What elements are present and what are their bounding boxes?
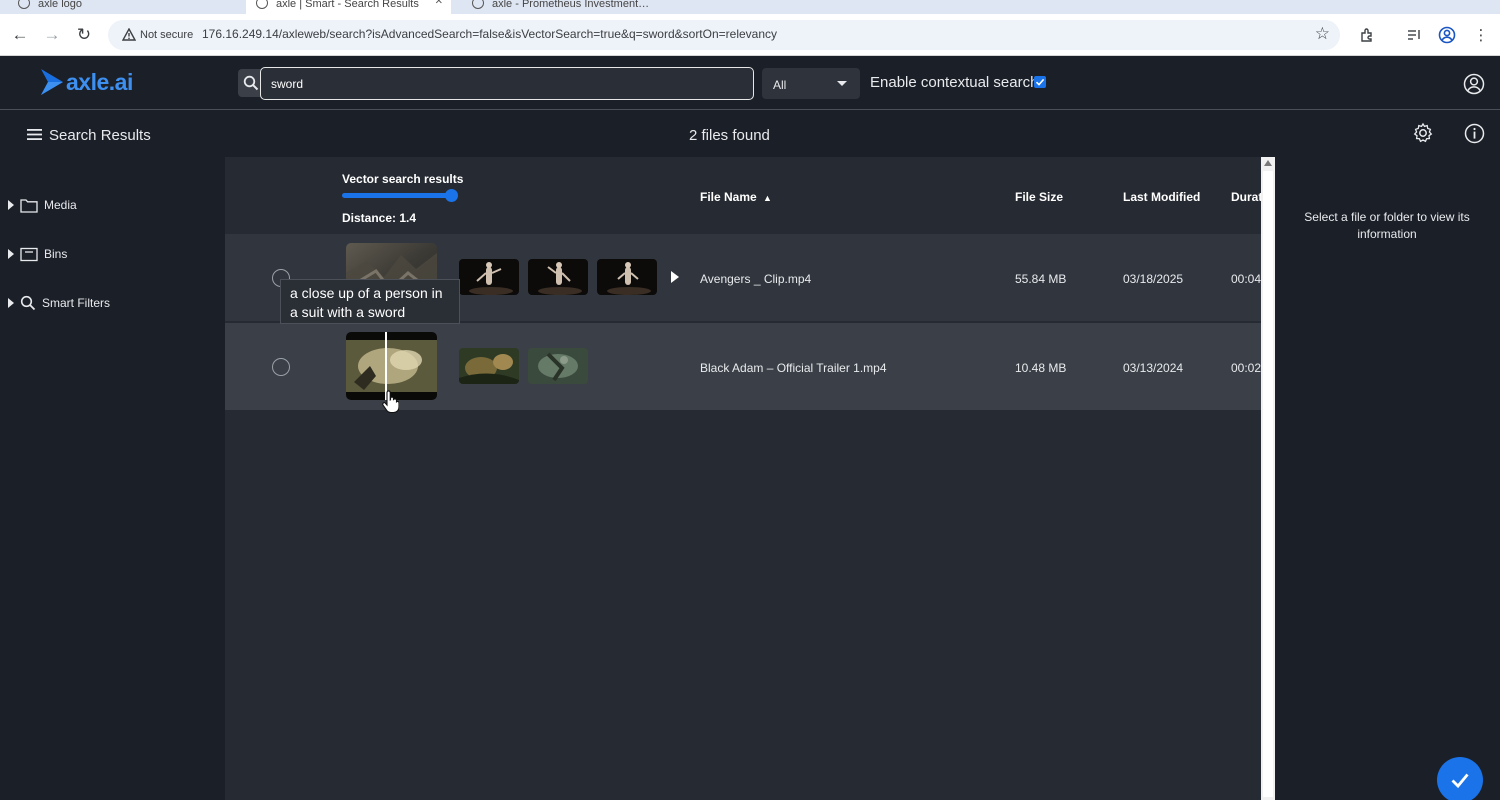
hand-cursor-icon xyxy=(382,390,399,414)
media-controls-icon[interactable] xyxy=(1405,26,1423,44)
logo-text: axle.ai xyxy=(66,68,133,95)
scroll-up-icon[interactable] xyxy=(1264,160,1272,166)
info-panel: Select a file or folder to view its info… xyxy=(1275,157,1500,800)
file-size: 10.48 MB xyxy=(1015,361,1067,375)
sidebar: Media Bins Smart Filters xyxy=(0,157,225,800)
file-size: 55.84 MB xyxy=(1015,272,1067,286)
gear-icon[interactable] xyxy=(1412,122,1434,144)
last-modified: 03/18/2025 xyxy=(1123,272,1184,286)
vertical-scrollbar[interactable] xyxy=(1261,157,1275,800)
expand-arrow-icon[interactable] xyxy=(8,249,14,259)
clip-thumbnail[interactable] xyxy=(528,348,588,384)
clip-thumbnail[interactable] xyxy=(528,259,588,295)
column-header-duration[interactable]: Durat xyxy=(1231,190,1261,204)
browser-tab-active[interactable]: axle | Smart - Search Results ✕ xyxy=(246,0,451,14)
checkmark-icon xyxy=(1451,773,1469,789)
files-found-count: 2 files found xyxy=(689,127,770,144)
security-chip[interactable]: Not secure xyxy=(114,24,201,46)
browser-menu-icon[interactable]: ⋮ xyxy=(1472,26,1490,44)
search-scope-select[interactable]: All xyxy=(762,68,860,99)
page-title: Search Results xyxy=(49,127,151,144)
profile-icon[interactable] xyxy=(1438,26,1456,44)
app-logo[interactable]: axle.ai xyxy=(40,68,133,96)
confirm-fab-button[interactable] xyxy=(1437,757,1483,800)
chevron-down-icon xyxy=(837,81,847,86)
thumbnail-caption-tooltip: a close up of a person in a suit with a … xyxy=(280,279,460,324)
bin-icon xyxy=(20,247,38,261)
scrollbar-thumb[interactable] xyxy=(1263,171,1273,797)
browser-toolbar: ← → ↻ Not secure 176.16.249.14/axleweb/s… xyxy=(0,14,1500,56)
column-header-last-modified[interactable]: Last Modified xyxy=(1123,190,1200,204)
sidebar-item-smart-filters[interactable]: Smart Filters xyxy=(8,293,110,313)
more-clips-arrow-icon[interactable] xyxy=(671,271,679,283)
search-icon xyxy=(20,295,36,311)
hamburger-menu-icon[interactable] xyxy=(27,129,42,140)
info-icon[interactable] xyxy=(1464,123,1485,144)
results-list: Vector search results Distance: 1.4 File… xyxy=(225,157,1261,800)
warning-icon xyxy=(122,28,136,41)
app-header: axle.ai All Enable contextual search xyxy=(0,56,1500,110)
last-modified: 03/13/2024 xyxy=(1123,361,1184,375)
axle-logo-icon xyxy=(41,69,63,95)
info-panel-message: Select a file or folder to view its info… xyxy=(1304,210,1470,241)
bookmark-star-icon[interactable]: ☆ xyxy=(1315,24,1330,44)
contextual-search-checkbox[interactable] xyxy=(1034,76,1046,88)
clip-thumbnail[interactable] xyxy=(597,259,657,295)
duration: 00:02 xyxy=(1231,361,1261,375)
expand-arrow-icon[interactable] xyxy=(8,298,14,308)
checkmark-icon xyxy=(1035,78,1045,86)
folder-icon xyxy=(20,198,38,213)
distance-slider-thumb[interactable] xyxy=(445,189,458,202)
expand-arrow-icon[interactable] xyxy=(8,200,14,210)
column-header-file-name[interactable]: File Name ▲ xyxy=(700,190,772,204)
tab-favicon-icon xyxy=(472,0,484,9)
distance-label: Distance: 1.4 xyxy=(342,211,417,225)
file-name[interactable]: Black Adam – Official Trailer 1.mp4 xyxy=(700,361,887,375)
duration: 00:04 xyxy=(1231,272,1261,286)
clip-thumbnail[interactable] xyxy=(459,348,519,384)
tab-close-icon[interactable]: ✕ xyxy=(435,0,443,7)
back-icon[interactable]: ← xyxy=(8,23,32,47)
vector-search-label: Vector search results xyxy=(342,172,464,186)
forward-icon[interactable]: → xyxy=(40,23,64,47)
results-toolbar: Search Results 2 files found xyxy=(0,111,1500,157)
tab-favicon-icon xyxy=(18,0,30,9)
reload-icon[interactable]: ↻ xyxy=(72,23,96,47)
browser-tab[interactable]: axle logo xyxy=(8,0,238,14)
browser-tab[interactable]: axle - Prometheus Investment… xyxy=(462,0,672,14)
contextual-search-label: Enable contextual search xyxy=(870,74,1039,91)
url-text[interactable]: 176.16.249.14/axleweb/search?isAdvancedS… xyxy=(202,27,777,41)
column-header-file-size[interactable]: File Size xyxy=(1015,190,1063,204)
distance-slider-track[interactable] xyxy=(342,193,454,198)
file-name[interactable]: Avengers _ Clip.mp4 xyxy=(700,272,811,286)
clip-thumbnail[interactable] xyxy=(459,259,519,295)
address-bar[interactable]: Not secure 176.16.249.14/axleweb/search?… xyxy=(108,20,1340,50)
extensions-icon[interactable] xyxy=(1358,26,1376,44)
browser-tab-strip: axle logo axle | Smart - Search Results … xyxy=(0,0,1500,14)
search-input[interactable] xyxy=(260,67,754,100)
row-select-radio[interactable] xyxy=(272,358,290,376)
sidebar-item-media[interactable]: Media xyxy=(8,195,77,215)
user-account-icon[interactable] xyxy=(1463,73,1485,95)
sort-ascending-icon: ▲ xyxy=(763,193,772,203)
tab-favicon-icon xyxy=(256,0,268,9)
sidebar-item-bins[interactable]: Bins xyxy=(8,244,67,264)
